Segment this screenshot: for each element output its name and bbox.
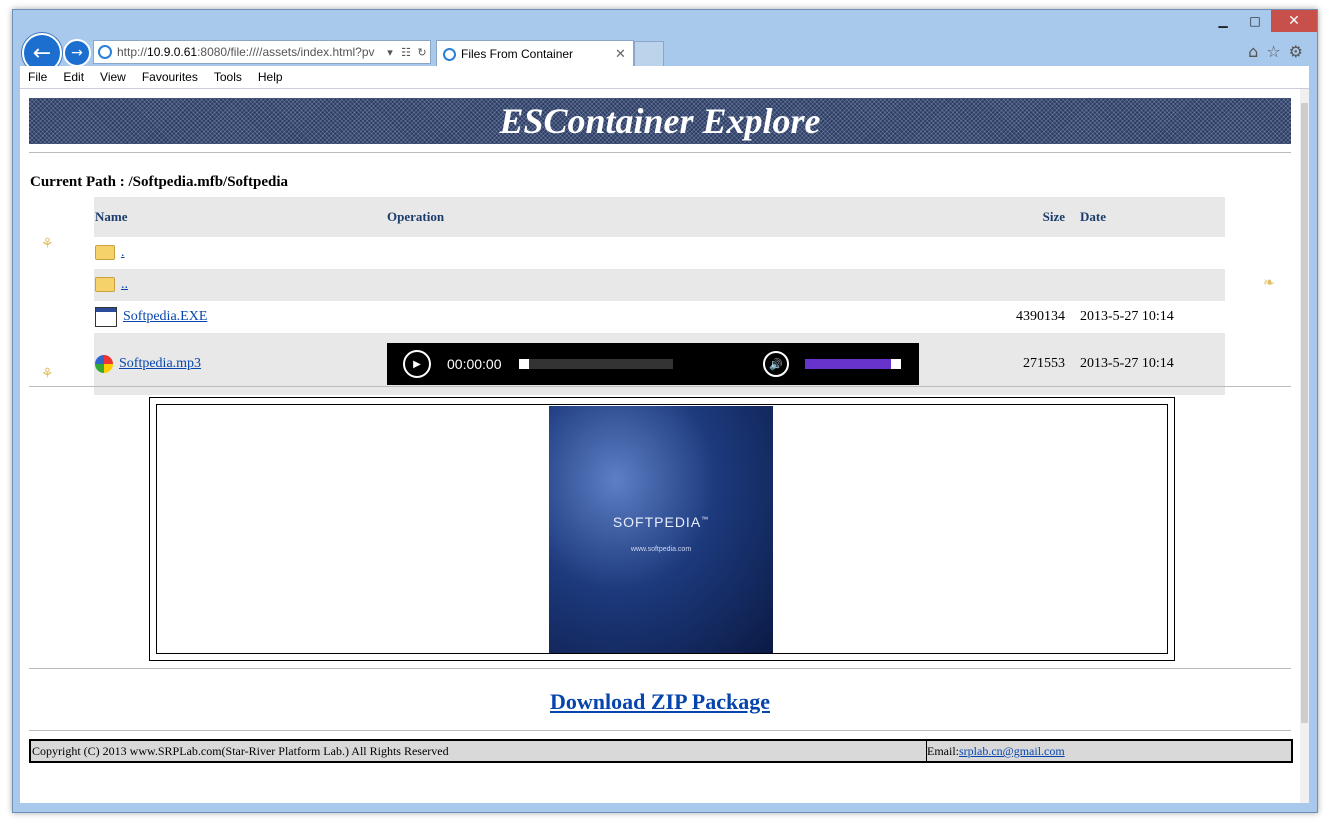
cover-image: SOFTPEDIA™ www.softpedia.com bbox=[549, 406, 773, 653]
bird-decoration-icon: ❧ bbox=[1263, 275, 1275, 291]
refresh-icon[interactable]: ↻ bbox=[414, 46, 430, 59]
play-button[interactable]: ▶ bbox=[403, 350, 431, 378]
divider bbox=[29, 152, 1291, 153]
footer-email: Email:srplab.cn@gmail.com bbox=[927, 741, 1291, 761]
play-icon: ▶ bbox=[413, 358, 421, 370]
file-link[interactable]: Softpedia.EXE bbox=[123, 309, 207, 324]
close-window-button[interactable]: ✕ bbox=[1271, 10, 1317, 32]
player-time: 00:00:00 bbox=[447, 356, 502, 372]
volume-handle[interactable] bbox=[891, 359, 901, 369]
file-size bbox=[978, 237, 1079, 269]
address-rest: :8080/file:////assets/index.html?pv bbox=[197, 45, 375, 59]
page-content: ESContainer Explore Current Path : /Soft… bbox=[20, 89, 1300, 803]
cover-url: www.softpedia.com bbox=[630, 546, 692, 553]
tab-title: Files From Container bbox=[461, 47, 574, 61]
forward-button[interactable]: → bbox=[63, 39, 91, 67]
maximize-button[interactable]: □ bbox=[1239, 10, 1271, 32]
footer-copyright: Copyright (C) 2013 www.SRPLab.com(Star-R… bbox=[31, 741, 927, 761]
scrollbar-thumb[interactable] bbox=[1301, 103, 1308, 723]
file-date bbox=[1079, 237, 1225, 269]
tab-files-from-container[interactable]: Files From Container ✕ bbox=[436, 40, 634, 67]
menu-bar: File Edit View Favourites Tools Help bbox=[20, 66, 1309, 89]
file-link[interactable]: . bbox=[121, 245, 125, 260]
vertical-scrollbar[interactable] bbox=[1300, 89, 1309, 803]
divider bbox=[29, 668, 1291, 669]
address-bar[interactable]: http://10.9.0.61:8080/file:////assets/in… bbox=[93, 40, 431, 64]
volume-button[interactable]: 🔊 bbox=[763, 351, 789, 377]
page-title: ESContainer Explore bbox=[499, 101, 821, 141]
current-path: Current Path : /Softpedia.mfb/Softpedia bbox=[30, 174, 289, 190]
arrow-left-icon: ← bbox=[32, 40, 52, 66]
executable-icon bbox=[95, 307, 117, 327]
dropdown-icon[interactable]: ▾ bbox=[382, 46, 398, 59]
audio-player: ▶ 00:00:00 🔊 bbox=[387, 343, 919, 385]
col-name: Name bbox=[94, 197, 386, 237]
address-host: 10.9.0.61 bbox=[147, 45, 198, 59]
menu-favourites[interactable]: Favourites bbox=[134, 70, 206, 84]
table-row: Softpedia.EXE 4390134 2013-5-27 10:14 bbox=[94, 301, 1225, 333]
close-tab-icon[interactable]: ✕ bbox=[615, 46, 633, 62]
gear-icon[interactable]: ⚙ bbox=[1289, 42, 1303, 61]
divider bbox=[29, 730, 1291, 731]
menu-help[interactable]: Help bbox=[250, 70, 291, 84]
speaker-icon: 🔊 bbox=[769, 358, 783, 371]
file-table: Name Operation Size Date . .. Softpedia.… bbox=[94, 197, 1225, 395]
menu-tools[interactable]: Tools bbox=[206, 70, 250, 84]
file-date bbox=[1079, 269, 1225, 301]
cover-logo-text: SOFTPEDIA™ bbox=[549, 514, 773, 530]
cover-trademark: ™ bbox=[701, 516, 710, 524]
media-file-icon bbox=[95, 355, 113, 373]
footer: Copyright (C) 2013 www.SRPLab.com(Star-R… bbox=[29, 739, 1293, 763]
volume-slider[interactable] bbox=[805, 359, 901, 369]
flower-decoration-icon: ⚘ bbox=[41, 366, 54, 382]
seek-bar[interactable] bbox=[519, 359, 673, 369]
table-row: . bbox=[94, 237, 1225, 269]
divider bbox=[29, 386, 1291, 387]
banner: ESContainer Explore bbox=[29, 98, 1291, 144]
browser-window: ▁ □ ✕ ← → http://10.9.0.61:8080/file:///… bbox=[12, 9, 1318, 813]
minimize-button[interactable]: ▁ bbox=[1207, 10, 1239, 32]
file-size: 4390134 bbox=[1016, 309, 1065, 324]
compat-view-icon[interactable]: ☷ bbox=[398, 46, 414, 59]
table-row: .. bbox=[94, 269, 1225, 301]
menu-edit[interactable]: Edit bbox=[55, 70, 92, 84]
preview-inner-frame: SOFTPEDIA™ www.softpedia.com bbox=[156, 404, 1168, 654]
file-date: 2013-5-27 10:14 bbox=[1080, 309, 1174, 324]
menu-file[interactable]: File bbox=[20, 70, 55, 84]
new-tab-button[interactable] bbox=[634, 41, 664, 68]
browser-toolbar-icons: ⌂ ☆ ⚙ bbox=[1248, 42, 1303, 61]
col-date: Date bbox=[1079, 197, 1225, 237]
arrow-right-icon: → bbox=[71, 45, 83, 61]
folder-icon bbox=[95, 245, 115, 261]
seek-handle[interactable] bbox=[519, 359, 529, 369]
menu-view[interactable]: View bbox=[92, 70, 134, 84]
col-operation: Operation bbox=[386, 197, 978, 237]
preview-frame: SOFTPEDIA™ www.softpedia.com bbox=[149, 397, 1175, 661]
email-label: Email: bbox=[927, 744, 959, 758]
cover-title: SOFTPEDIA bbox=[612, 514, 702, 530]
window-controls: ▁ □ ✕ bbox=[1207, 10, 1317, 32]
email-link[interactable]: srplab.cn@gmail.com bbox=[959, 744, 1065, 758]
home-icon[interactable]: ⌂ bbox=[1248, 42, 1258, 61]
download-section: Download ZIP Package bbox=[20, 689, 1300, 715]
folder-icon bbox=[95, 277, 115, 293]
download-zip-link[interactable]: Download ZIP Package bbox=[550, 689, 770, 714]
address-text[interactable]: http://10.9.0.61:8080/file:////assets/in… bbox=[117, 45, 382, 59]
file-size bbox=[978, 269, 1079, 301]
col-size: Size bbox=[978, 197, 1079, 237]
flower-decoration-icon: ⚘ bbox=[41, 236, 54, 252]
star-icon[interactable]: ☆ bbox=[1266, 42, 1280, 61]
ie-icon bbox=[98, 45, 112, 59]
file-link[interactable]: Softpedia.mp3 bbox=[119, 356, 201, 371]
table-header: Name Operation Size Date bbox=[94, 197, 1225, 237]
file-link[interactable]: .. bbox=[121, 277, 128, 292]
ie-icon bbox=[443, 47, 456, 61]
address-prefix: http:// bbox=[117, 45, 148, 59]
